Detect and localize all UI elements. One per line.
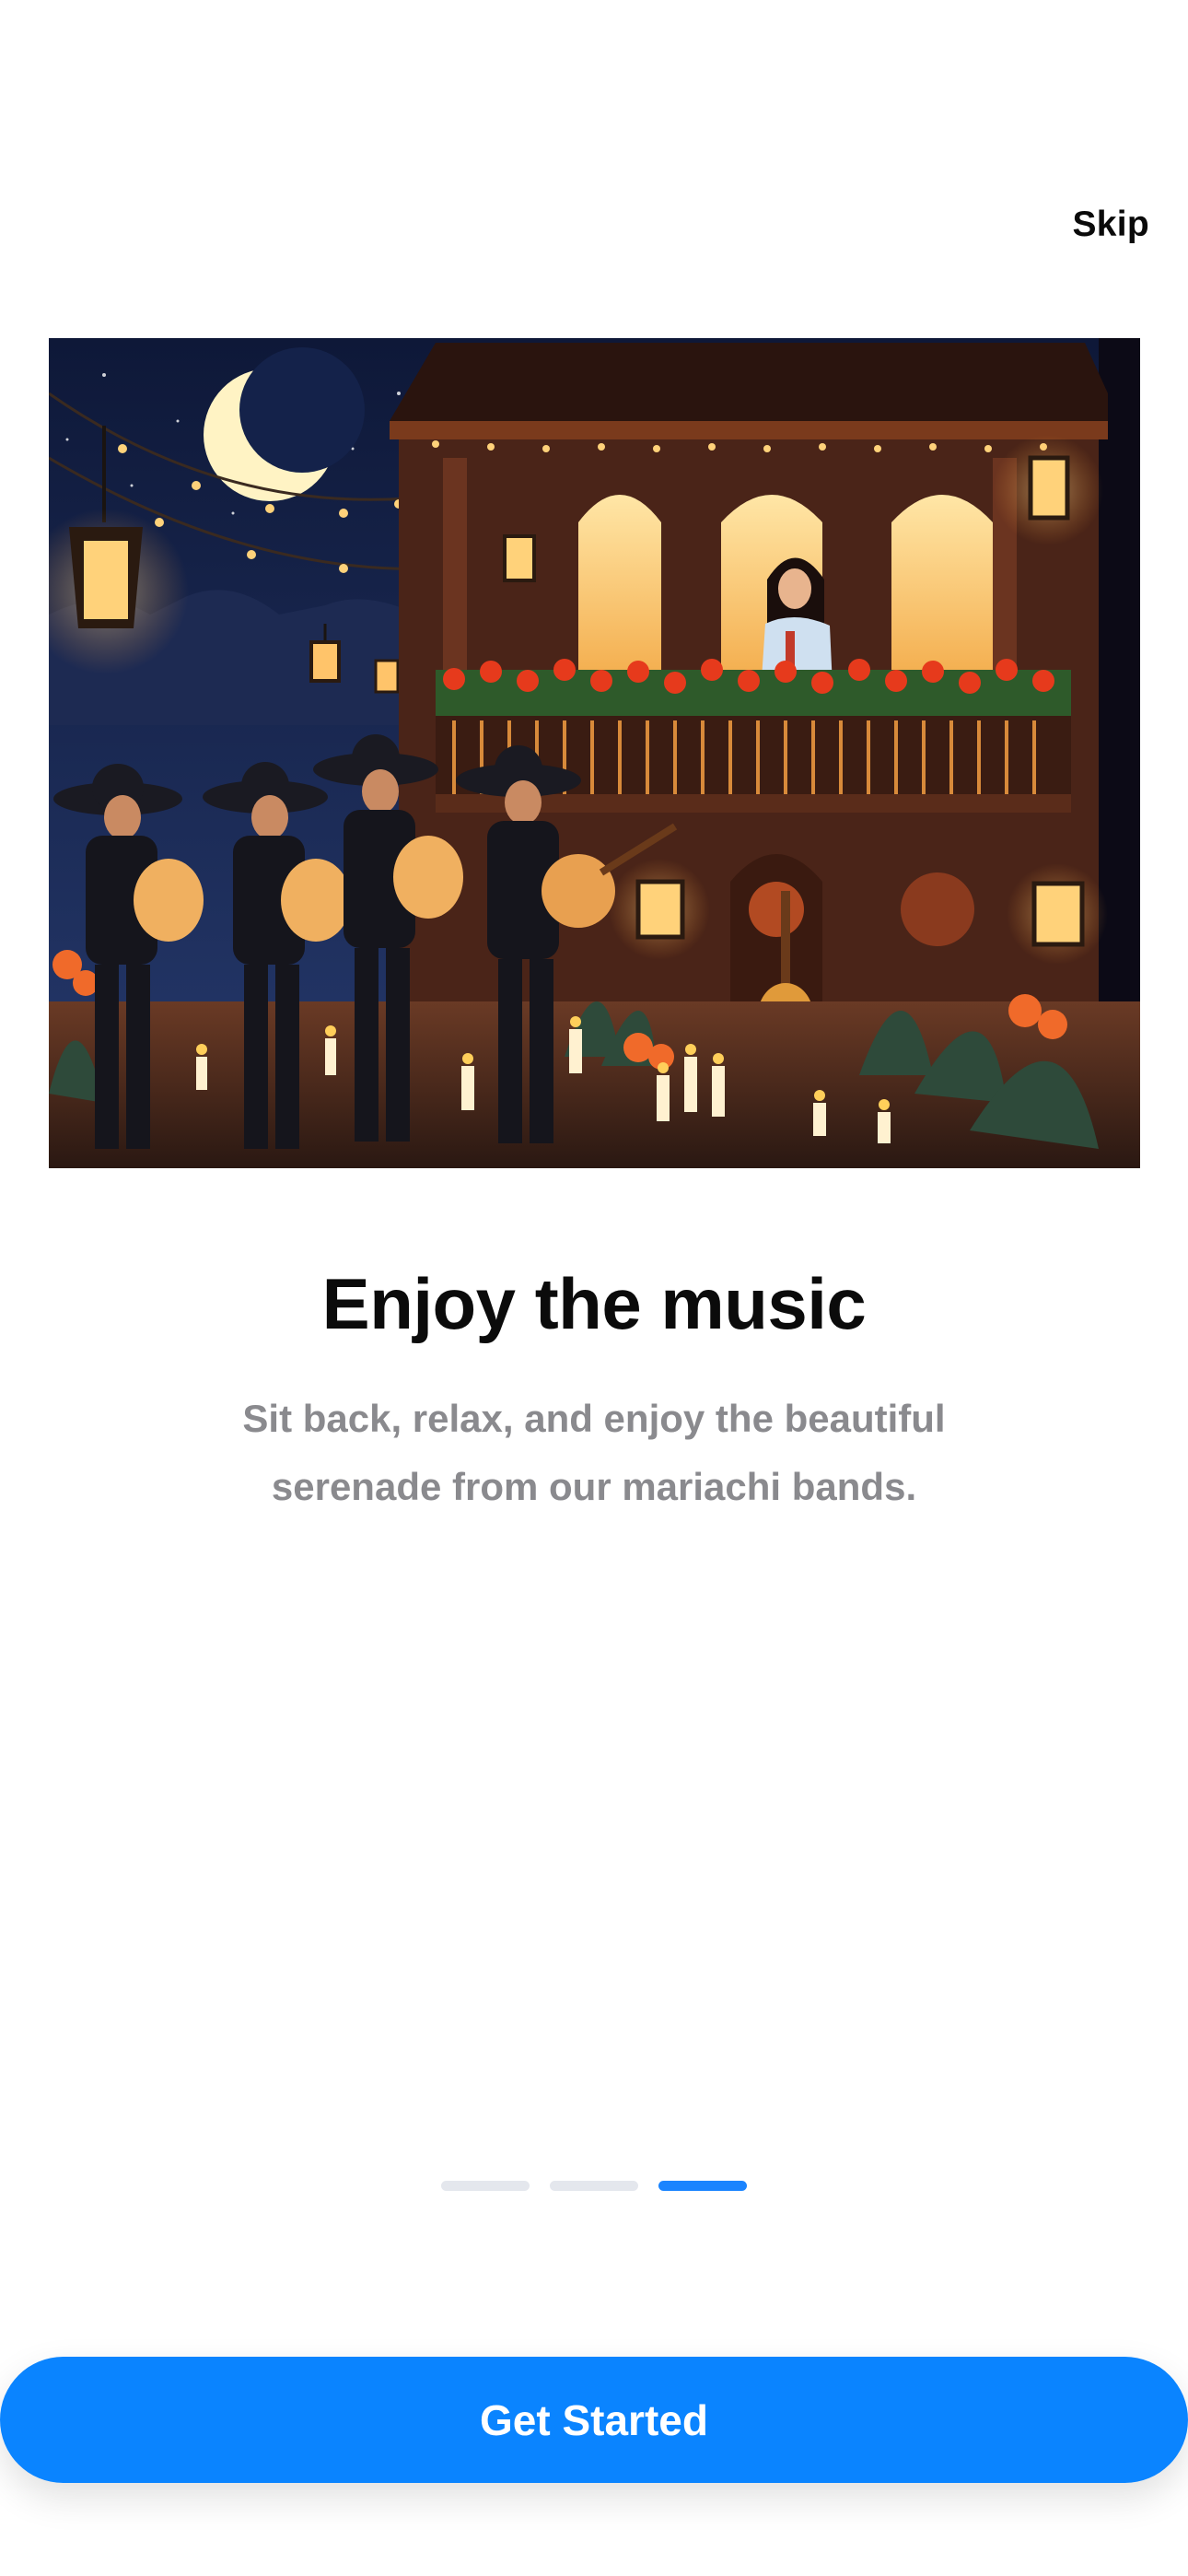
- get-started-button[interactable]: Get Started: [0, 2357, 1188, 2483]
- page-dot-1[interactable]: [441, 2181, 530, 2191]
- onboarding-screen: Skip Enjoy the music Sit back, relax, an…: [0, 0, 1188, 2576]
- page-title: Enjoy the music: [321, 1263, 867, 1344]
- page-dot-2[interactable]: [550, 2181, 638, 2191]
- page-description: Sit back, relax, and enjoy the beautiful…: [242, 1397, 946, 1508]
- page-dot-3-active[interactable]: [658, 2181, 747, 2191]
- get-started-container: Get Started: [0, 2357, 1188, 2483]
- page-indicator: [0, 2181, 1188, 2191]
- skip-button[interactable]: Skip: [1072, 205, 1149, 245]
- hero-illustration: [49, 338, 1140, 1168]
